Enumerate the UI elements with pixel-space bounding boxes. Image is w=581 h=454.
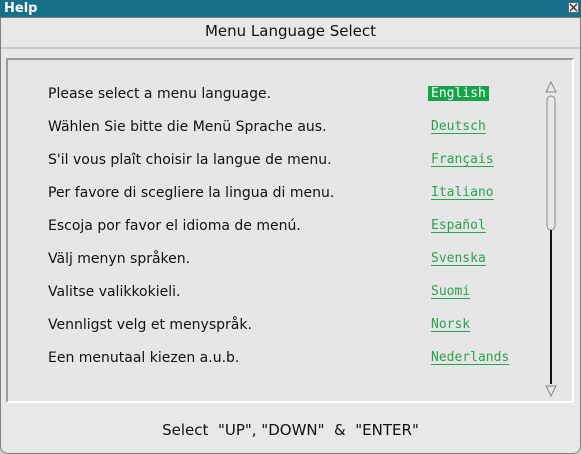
scrollbar[interactable] xyxy=(544,80,558,400)
language-row[interactable]: S'il vous plaît choisir la langue de men… xyxy=(8,150,548,172)
language-row[interactable]: Escoja por favor el idioma de menú. Españ… xyxy=(8,216,548,238)
close-button[interactable] xyxy=(568,2,579,13)
language-option-svenska[interactable]: Svenska xyxy=(428,251,489,266)
language-list-panel: Please select a menu language. English Wäh… xyxy=(6,58,574,403)
language-row[interactable]: Valitse valikkokieli. Suomi xyxy=(8,282,548,304)
dialog-window: Menu Language Select Please select a men… xyxy=(0,17,581,454)
language-prompt: Please select a menu language. xyxy=(48,86,272,102)
language-prompt: Escoja por favor el idioma de menú. xyxy=(48,218,301,234)
language-prompt: Per favore di scegliere la lingua di men… xyxy=(48,185,335,201)
language-prompt: Een menutaal kiezen a.u.b. xyxy=(48,350,240,366)
language-row[interactable]: Per favore di scegliere la lingua di men… xyxy=(8,183,548,205)
scroll-down-arrow-icon[interactable] xyxy=(545,385,557,398)
language-option-deutsch[interactable]: Deutsch xyxy=(428,119,489,134)
language-prompt: Vennligst velg et menyspråk. xyxy=(48,317,252,333)
language-option-italiano[interactable]: Italiano xyxy=(428,185,497,200)
language-row[interactable]: Välj menyn språken. Svenska xyxy=(8,249,548,271)
window-title: Help xyxy=(4,1,38,16)
language-option-español[interactable]: Español xyxy=(428,218,489,233)
language-prompt: Välj menyn språken. xyxy=(48,251,191,267)
title-bar: Help xyxy=(0,0,581,17)
language-option-suomi[interactable]: Suomi xyxy=(428,284,473,299)
language-prompt: Valitse valikkokieli. xyxy=(48,284,181,300)
close-icon xyxy=(569,3,578,12)
language-option-english[interactable]: English xyxy=(428,86,489,101)
language-prompt: S'il vous plaît choisir la langue de men… xyxy=(48,152,332,168)
language-row[interactable]: Vennligst velg et menyspråk. Norsk xyxy=(8,315,548,337)
scroll-thumb[interactable] xyxy=(546,95,556,231)
language-option-norsk[interactable]: Norsk xyxy=(428,317,473,332)
header-divider xyxy=(1,47,580,49)
footer-instructions: Select "UP", "DOWN" & "ENTER" xyxy=(1,418,580,442)
language-option-nederlands[interactable]: Nederlands xyxy=(428,350,512,365)
language-prompt: Wählen Sie bitte die Menü Sprache aus. xyxy=(48,119,327,135)
footer-text: Select "UP", "DOWN" & "ENTER" xyxy=(162,421,419,439)
language-row[interactable]: Please select a menu language. English xyxy=(8,84,548,106)
dialog-heading: Menu Language Select xyxy=(204,22,377,40)
language-row[interactable]: Een menutaal kiezen a.u.b. Nederlands xyxy=(8,348,548,370)
scroll-up-arrow-icon[interactable] xyxy=(545,80,557,93)
language-option-français[interactable]: Français xyxy=(428,152,497,167)
language-row[interactable]: Wählen Sie bitte die Menü Sprache aus. De… xyxy=(8,117,548,139)
